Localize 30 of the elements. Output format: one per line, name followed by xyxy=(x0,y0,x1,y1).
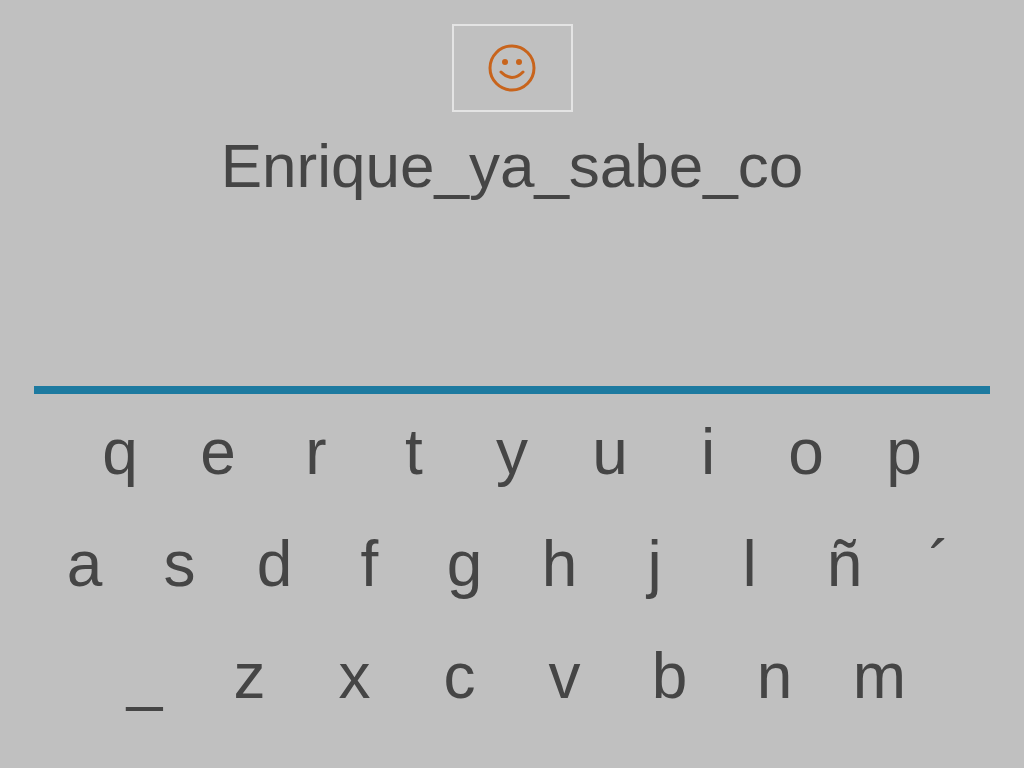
letter-key[interactable]: ´ xyxy=(892,526,987,602)
letter-key[interactable]: i xyxy=(659,414,757,490)
letter-key[interactable]: l xyxy=(702,526,797,602)
letter-key[interactable]: n xyxy=(722,638,827,714)
letter-key[interactable]: j xyxy=(607,526,702,602)
letter-key[interactable]: y xyxy=(463,414,561,490)
letter-key[interactable]: s xyxy=(132,526,227,602)
letter-key[interactable]: r xyxy=(267,414,365,490)
letter-key[interactable]: b xyxy=(617,638,722,714)
phrase-text: Enrique_ya_sabe_co xyxy=(220,130,804,202)
letter-key[interactable]: x xyxy=(302,638,407,714)
letter-key[interactable]: f xyxy=(322,526,417,602)
letter-key[interactable]: u xyxy=(561,414,659,490)
letter-key[interactable]: q xyxy=(71,414,169,490)
letter-key[interactable]: d xyxy=(227,526,322,602)
letter-key[interactable]: _ xyxy=(92,638,197,714)
letter-key[interactable]: p xyxy=(855,414,953,490)
letter-key[interactable]: g xyxy=(417,526,512,602)
letter-key[interactable]: h xyxy=(512,526,607,602)
letter-key[interactable]: o xyxy=(757,414,855,490)
letter-key[interactable]: v xyxy=(512,638,617,714)
hint-button[interactable] xyxy=(451,24,573,112)
letter-key[interactable]: e xyxy=(169,414,267,490)
smiley-icon xyxy=(487,43,537,93)
letter-key[interactable]: z xyxy=(197,638,302,714)
letter-key[interactable]: c xyxy=(407,638,512,714)
letter-key[interactable]: m xyxy=(827,638,932,714)
letter-key[interactable]: t xyxy=(365,414,463,490)
letter-key[interactable]: ñ xyxy=(797,526,892,602)
letter-key[interactable]: a xyxy=(37,526,132,602)
